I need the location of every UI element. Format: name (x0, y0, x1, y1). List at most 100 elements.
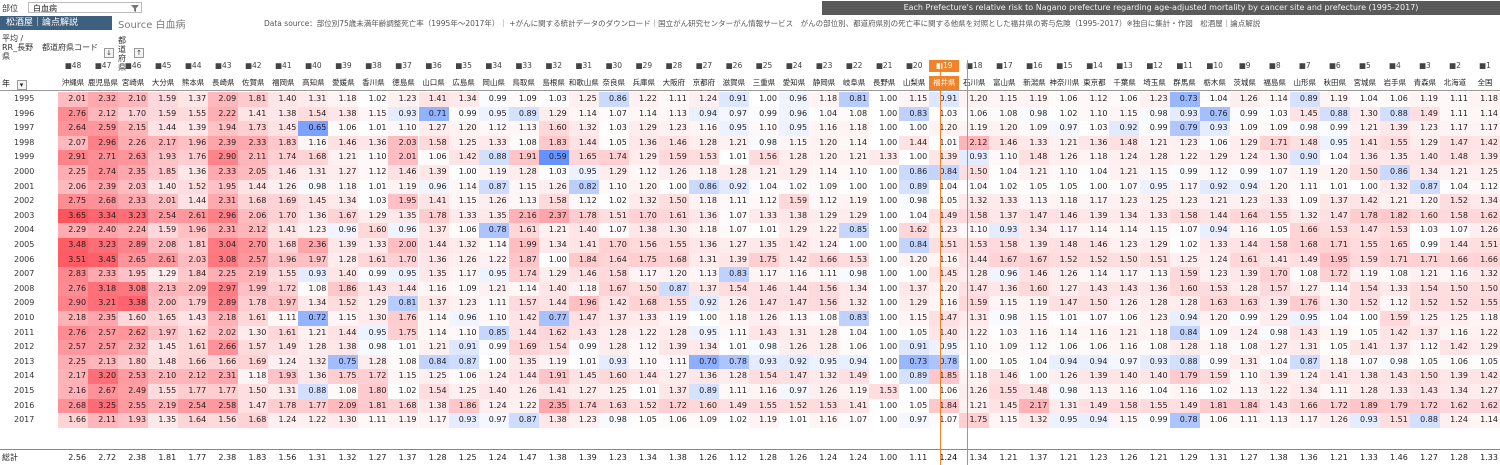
heatmap-cell[interactable]: 2.36 (298, 238, 329, 253)
heatmap-cell[interactable]: 1.59 (1379, 311, 1410, 326)
heatmap-cell[interactable]: 1.81 (1199, 398, 1230, 414)
heatmap-cell[interactable]: 1.69 (238, 354, 269, 370)
heatmap-cell[interactable]: 1.01 (779, 413, 810, 428)
heatmap-cell[interactable]: 1.61 (238, 311, 269, 326)
heatmap-cell[interactable]: 1.64 (598, 252, 629, 268)
heatmap-cell[interactable]: 0.94 (1049, 354, 1080, 370)
heatmap-cell[interactable]: 1.05 (598, 135, 629, 151)
heatmap-cell[interactable]: 1.18 (1469, 92, 1500, 107)
heatmap-cell[interactable]: 1.17 (1169, 179, 1200, 195)
heatmap-cell[interactable]: 3.08 (208, 252, 239, 268)
heatmap-cell[interactable]: 1.49 (1079, 398, 1110, 414)
heatmap-cell[interactable]: 1.74 (508, 267, 539, 282)
heatmap-cell[interactable]: 1.38 (779, 208, 810, 224)
heatmap-cell[interactable]: 1.02 (388, 384, 419, 399)
heatmap-cell[interactable]: 1.50 (959, 165, 990, 180)
heatmap-cell[interactable]: 1.28 (809, 340, 840, 355)
heatmap-cell[interactable]: 0.98 (748, 135, 779, 151)
heatmap-cell[interactable]: 1.02 (779, 179, 810, 195)
heatmap-cell[interactable]: 1.37 (899, 281, 930, 297)
heatmap-cell[interactable]: 2.49 (118, 384, 149, 399)
heatmap-cell[interactable]: 0.99 (358, 267, 389, 282)
prefecture-header[interactable]: 静岡県 (809, 76, 839, 90)
heatmap-cell[interactable]: 1.16 (1109, 340, 1140, 355)
heatmap-cell[interactable]: 1.15 (989, 92, 1020, 107)
heatmap-cell[interactable]: 1.37 (418, 296, 449, 311)
prefecture-header[interactable]: 山口県 (419, 76, 449, 90)
heatmap-cell[interactable]: 1.23 (298, 223, 329, 238)
heatmap-cell[interactable]: 1.49 (1409, 106, 1440, 122)
heatmap-cell[interactable]: 1.07 (598, 223, 629, 238)
heatmap-cell[interactable]: 1.43 (568, 325, 599, 341)
heatmap-cell[interactable]: 1.19 (1019, 92, 1050, 107)
heatmap-cell[interactable]: 1.47 (1019, 208, 1050, 224)
heatmap-cell[interactable]: 2.06 (238, 208, 269, 224)
heatmap-cell[interactable]: 0.98 (839, 267, 870, 282)
heatmap-cell[interactable]: 2.02 (208, 325, 239, 341)
heatmap-cell[interactable]: 1.86 (328, 281, 359, 297)
heatmap-cell[interactable]: 1.41 (1319, 369, 1350, 384)
heatmap-cell[interactable]: 1.33 (1379, 384, 1410, 399)
heatmap-cell[interactable]: 1.70 (598, 238, 629, 253)
heatmap-cell[interactable]: 1.35 (148, 413, 179, 428)
heatmap-cell[interactable]: 1.43 (1109, 281, 1140, 297)
heatmap-cell[interactable]: 1.20 (809, 150, 840, 165)
heatmap-cell[interactable]: 1.42 (779, 252, 810, 268)
heatmap-cell[interactable]: 1.62 (1469, 398, 1500, 414)
heatmap-cell[interactable]: 1.60 (538, 121, 569, 136)
heatmap-cell[interactable]: 1.85 (148, 165, 179, 180)
heatmap-cell[interactable]: 1.01 (748, 223, 779, 238)
heatmap-cell[interactable]: 2.10 (148, 369, 179, 384)
heatmap-cell[interactable]: 1.09 (508, 92, 539, 107)
heatmap-cell[interactable]: 0.84 (1169, 325, 1200, 341)
heatmap-cell[interactable]: 1.36 (178, 165, 209, 180)
heatmap-cell[interactable]: 0.84 (929, 165, 960, 180)
heatmap-cell[interactable]: 1.10 (959, 223, 990, 238)
heatmap-cell[interactable]: 2.25 (58, 165, 89, 180)
heatmap-cell[interactable]: 1.68 (238, 413, 269, 428)
heatmap-cell[interactable]: 1.08 (328, 384, 359, 399)
heatmap-cell[interactable]: 1.00 (658, 179, 689, 195)
site-filter-dropdown[interactable]: 白血病 (28, 2, 142, 13)
heatmap-cell[interactable]: 3.65 (58, 208, 89, 224)
prefecture-header[interactable]: 全国 (1470, 76, 1500, 90)
heatmap-cell[interactable]: 1.76 (1289, 296, 1320, 311)
heatmap-cell[interactable]: 1.55 (1349, 238, 1380, 253)
heatmap-cell[interactable]: 2.16 (508, 208, 539, 224)
heatmap-cell[interactable]: 1.51 (929, 238, 960, 253)
heatmap-cell[interactable]: 2.67 (88, 384, 119, 399)
heatmap-cell[interactable]: 1.02 (718, 413, 749, 428)
heatmap-cell[interactable]: 1.00 (869, 325, 900, 341)
heatmap-cell[interactable]: 0.89 (1289, 92, 1320, 107)
heatmap-cell[interactable]: 1.82 (1379, 208, 1410, 224)
heatmap-cell[interactable]: 1.26 (1049, 369, 1080, 384)
heatmap-cell[interactable]: 1.17 (1469, 121, 1500, 136)
heatmap-cell[interactable]: 1.79 (1379, 398, 1410, 414)
heatmap-cell[interactable]: 1.13 (1079, 384, 1110, 399)
heatmap-cell[interactable]: 1.32 (568, 121, 599, 136)
heatmap-cell[interactable]: 0.96 (418, 179, 449, 195)
heatmap-cell[interactable]: 0.87 (478, 179, 509, 195)
heatmap-cell[interactable]: 1.57 (1259, 281, 1290, 297)
heatmap-cell[interactable]: 1.58 (1169, 208, 1200, 224)
heatmap-cell[interactable]: 1.52 (1049, 252, 1080, 268)
heatmap-cell[interactable]: 1.29 (1139, 238, 1170, 253)
heatmap-cell[interactable]: 1.06 (1109, 311, 1140, 326)
heatmap-cell[interactable]: 1.39 (178, 121, 209, 136)
heatmap-cell[interactable]: 1.55 (148, 384, 179, 399)
prefecture-header[interactable]: 新潟県 (1019, 76, 1049, 90)
heatmap-cell[interactable]: 0.96 (448, 311, 479, 326)
heatmap-cell[interactable]: 1.68 (298, 150, 329, 165)
heatmap-cell[interactable]: 0.93 (748, 354, 779, 370)
heatmap-cell[interactable]: 1.08 (508, 135, 539, 151)
heatmap-cell[interactable]: 1.04 (839, 325, 870, 341)
heatmap-cell[interactable]: 1.52 (1349, 296, 1380, 311)
heatmap-cell[interactable]: 1.48 (1019, 384, 1050, 399)
heatmap-cell[interactable]: 1.60 (118, 311, 149, 326)
heatmap-cell[interactable]: 1.05 (1049, 179, 1080, 195)
heatmap-cell[interactable]: 1.23 (1109, 238, 1140, 253)
heatmap-cell[interactable]: 2.57 (88, 325, 119, 341)
heatmap-cell[interactable]: 1.23 (1199, 267, 1230, 282)
heatmap-cell[interactable]: 1.00 (869, 179, 900, 195)
heatmap-cell[interactable]: 1.62 (538, 325, 569, 341)
